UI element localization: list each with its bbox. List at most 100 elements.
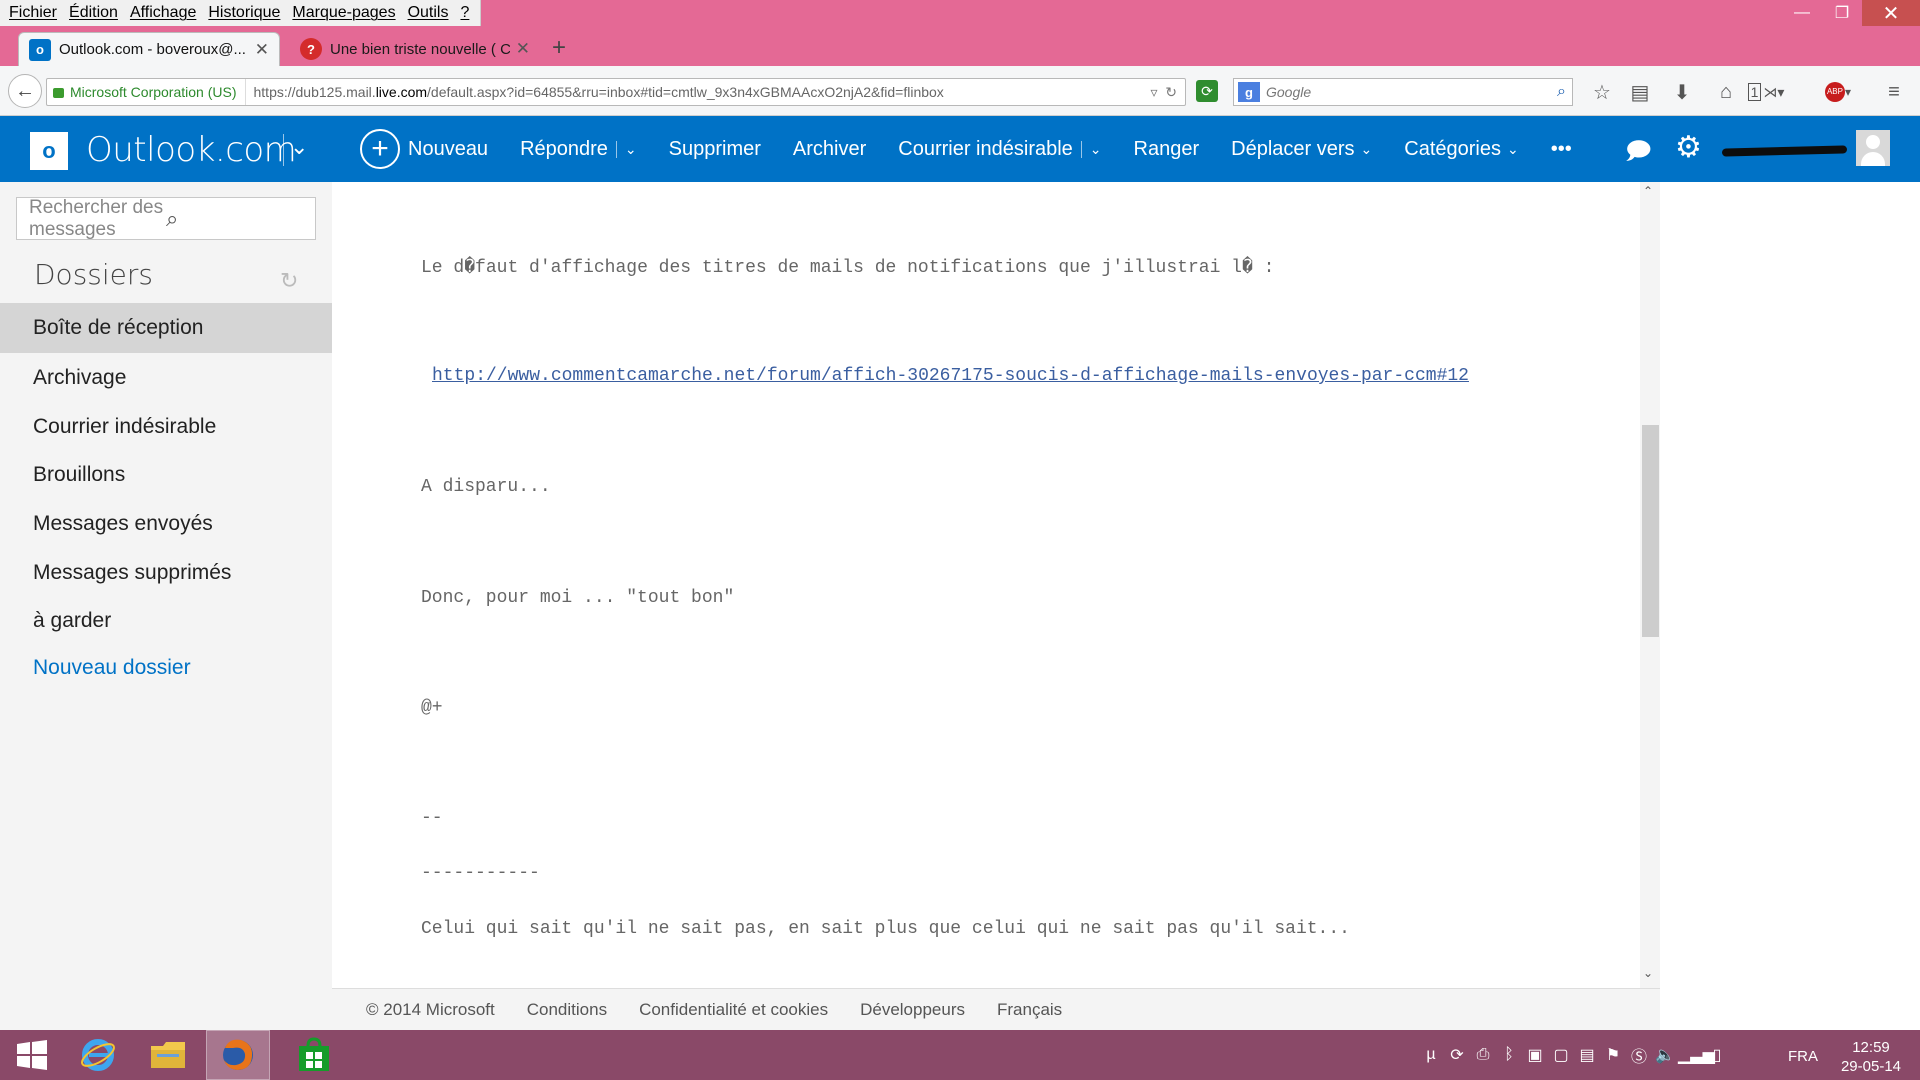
search-bar[interactable]: g Google ⌕ <box>1233 78 1573 106</box>
plus-circle-icon: + <box>360 129 400 169</box>
message-link[interactable]: http://www.commentcamarche.net/forum/aff… <box>432 366 1469 386</box>
chevron-down-icon[interactable]: ⌄ <box>615 140 637 158</box>
menu-fichier[interactable]: Fichier <box>9 4 57 22</box>
scroll-up-icon[interactable]: ⌃ <box>1643 184 1653 198</box>
terms-link[interactable]: Conditions <box>527 1000 607 1020</box>
folder-keep[interactable]: à garder <box>0 596 332 646</box>
window-icon[interactable]: ▢ <box>1548 1045 1574 1065</box>
brand-name[interactable]: Outlook.com <box>86 130 297 170</box>
folder-junk[interactable]: Courrier indésirable <box>0 402 332 452</box>
menu-outils[interactable]: Outils <box>408 4 449 22</box>
bookmark-star-icon[interactable]: ☆ <box>1588 78 1616 106</box>
menu-marque-pages[interactable]: Marque-pages <box>292 4 395 22</box>
folders-heading: Dossiers <box>34 258 153 291</box>
system-tray: µ ⟳ ⎙ ᛒ ▣ ▢ ▤ ⚑ Ⓢ 🔈 ▁▃▅ ▯ <box>1418 1038 1730 1072</box>
app-switcher-chevron-icon[interactable]: ⌄ <box>290 134 308 160</box>
menu-bar: Fichier Édition Affichage Historique Mar… <box>0 0 482 26</box>
maximize-button[interactable]: ❐ <box>1822 0 1862 26</box>
menu-help[interactable]: ? <box>460 4 469 22</box>
gear-icon[interactable]: ⚙ <box>1675 130 1702 165</box>
avatar[interactable] <box>1856 130 1890 166</box>
developers-link[interactable]: Développeurs <box>860 1000 965 1020</box>
minimize-button[interactable]: — <box>1782 0 1822 26</box>
more-options-button[interactable]: ••• <box>1551 138 1572 161</box>
download-icon[interactable]: ⬇ <box>1668 78 1696 106</box>
adblock-icon[interactable]: ABP ▾ <box>1818 78 1858 106</box>
reading-list-icon[interactable]: ▤ <box>1626 78 1654 106</box>
skype-icon[interactable]: Ⓢ <box>1626 1043 1652 1067</box>
tab-title: Outlook.com - boveroux@... <box>59 41 246 58</box>
outlook-logo-icon[interactable]: o <box>30 132 68 170</box>
menu-edition[interactable]: Édition <box>69 4 118 22</box>
chevron-down-icon[interactable]: ⌄ <box>1080 140 1102 158</box>
scroll-down-icon[interactable]: ⌄ <box>1643 966 1653 980</box>
internet-explorer-icon[interactable] <box>66 1030 130 1080</box>
nvidia-icon[interactable]: ▣ <box>1522 1045 1548 1065</box>
new-tab-button[interactable]: + <box>552 34 566 62</box>
sweep-button[interactable]: Ranger <box>1134 138 1200 161</box>
signature-quote: Celui qui sait qu'il ne sait pas, en sai… <box>421 919 1350 939</box>
feedback-icon[interactable]: 🗩 <box>1625 134 1652 175</box>
chevron-down-icon: ⌄ <box>1360 140 1373 157</box>
tab-ccm[interactable]: ? Une bien triste nouvelle ( C... ✕ <box>290 32 540 66</box>
home-icon[interactable]: ⌂ <box>1712 78 1740 106</box>
close-tab-icon[interactable]: ✕ <box>516 39 530 59</box>
language-indicator[interactable]: FRA <box>1788 1048 1818 1065</box>
signature-separator: -- <box>421 808 443 828</box>
printer-icon[interactable]: ⎙ <box>1470 1046 1496 1064</box>
archive-button[interactable]: Archiver <box>793 138 866 161</box>
volume-icon[interactable]: 🔈 <box>1652 1045 1678 1065</box>
google-icon[interactable]: g <box>1238 82 1260 102</box>
file-explorer-icon[interactable] <box>136 1030 200 1080</box>
folder-deleted[interactable]: Messages supprimés <box>0 548 332 598</box>
refresh-icon[interactable]: ↻ <box>280 268 298 294</box>
reload-icon[interactable]: ▿ ↻ <box>1150 84 1185 101</box>
folder-drafts[interactable]: Brouillons <box>0 450 332 500</box>
flag-icon[interactable]: ⚑ <box>1600 1045 1626 1065</box>
right-gutter <box>1660 182 1920 1030</box>
monitor-icon[interactable]: ▤ <box>1574 1045 1600 1065</box>
bluetooth-icon[interactable]: ᛒ <box>1496 1046 1522 1064</box>
signal-icon[interactable]: ▁▃▅ <box>1678 1045 1715 1065</box>
menu-historique[interactable]: Historique <box>208 4 280 22</box>
close-tab-icon[interactable]: ✕ <box>255 40 269 60</box>
extension-icon[interactable]: ⟳ <box>1196 80 1218 102</box>
reply-button[interactable]: Répondre ⌄ <box>520 138 637 161</box>
hamburger-menu-icon[interactable]: ≡ <box>1880 78 1908 106</box>
message-line: A disparu... <box>421 477 551 497</box>
message-line: Donc, pour moi ... "tout bon" <box>421 588 735 608</box>
menu-affichage[interactable]: Affichage <box>130 4 196 22</box>
junk-button[interactable]: Courrier indésirable ⌄ <box>898 138 1101 161</box>
firefox-icon[interactable] <box>206 1030 270 1080</box>
new-folder-link[interactable]: Nouveau dossier <box>0 643 332 693</box>
url-text[interactable]: https://dub125.mail.live.com/default.asp… <box>246 84 1151 100</box>
outlook-icon: o <box>29 38 51 61</box>
close-window-button[interactable]: ✕ <box>1862 0 1920 26</box>
tab-outlook[interactable]: o Outlook.com - boveroux@... ✕ <box>18 32 280 66</box>
back-button[interactable]: ← <box>8 74 42 108</box>
network-icon[interactable]: 1 ⋊▾ <box>1746 78 1786 106</box>
folder-sent[interactable]: Messages envoyés <box>0 499 332 549</box>
url-bar[interactable]: Microsoft Corporation (US) https://dub12… <box>46 78 1186 106</box>
windows-start-icon[interactable] <box>0 1030 64 1080</box>
site-identity[interactable]: Microsoft Corporation (US) <box>47 79 246 105</box>
windows-store-icon[interactable] <box>282 1030 346 1080</box>
folder-archive[interactable]: Archivage <box>0 353 332 403</box>
battery-icon[interactable]: ▯ <box>1704 1045 1730 1065</box>
new-button[interactable]: + Nouveau <box>360 129 488 169</box>
search-icon[interactable]: ⌕ <box>166 206 303 232</box>
language-link[interactable]: Français <box>997 1000 1062 1020</box>
network-share-icon[interactable]: ⟳ <box>1444 1045 1470 1065</box>
move-to-button[interactable]: Déplacer vers ⌄ <box>1231 138 1372 161</box>
folder-inbox[interactable]: Boîte de réception <box>0 303 332 353</box>
scrollbar-thumb[interactable] <box>1642 425 1659 637</box>
search-icon[interactable]: ⌕ <box>1557 83 1572 101</box>
search-messages-input[interactable]: Rechercher des messages ⌕ <box>16 197 316 240</box>
categories-button[interactable]: Catégories ⌄ <box>1404 138 1518 161</box>
clock[interactable]: 12:59 29-05-14 <box>1838 1038 1904 1076</box>
clock-time: 12:59 <box>1852 1039 1890 1056</box>
privacy-link[interactable]: Confidentialité et cookies <box>639 1000 828 1020</box>
delete-button[interactable]: Supprimer <box>669 138 761 161</box>
utorrent-icon[interactable]: µ <box>1418 1046 1444 1064</box>
copyright: © 2014 Microsoft <box>366 999 495 1019</box>
